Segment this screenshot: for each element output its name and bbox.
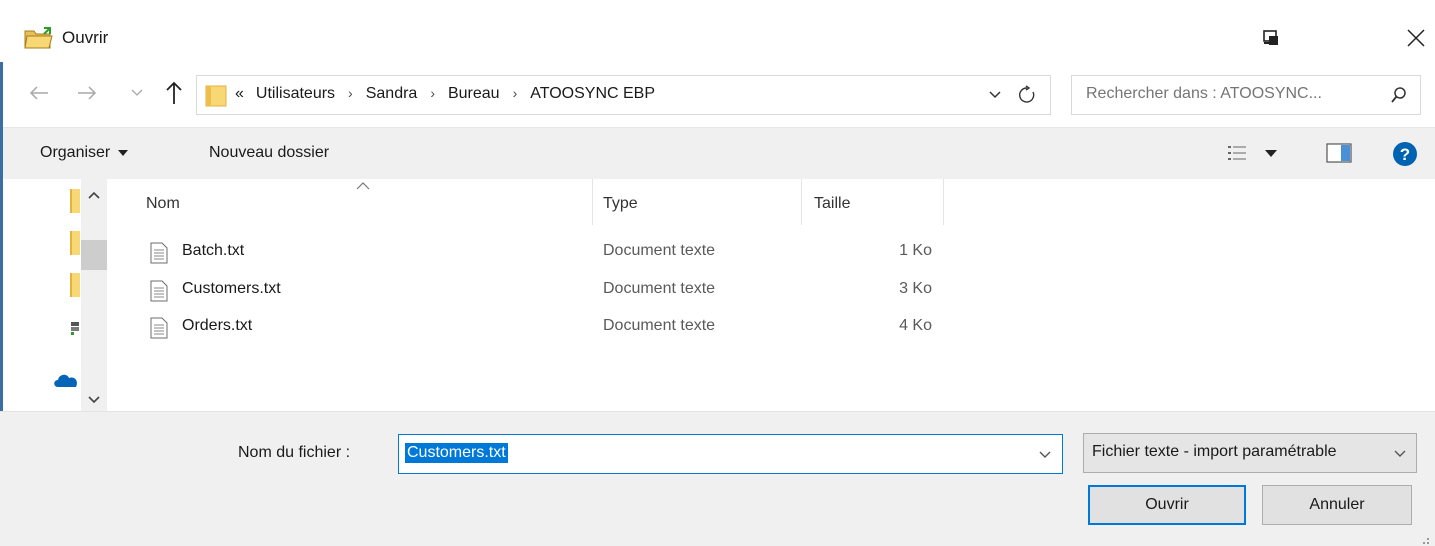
- file-name: Customers.txt: [182, 280, 281, 297]
- caret-down-icon: [118, 150, 129, 156]
- file-list: Nom Type Taille Batch.txt Document texte…: [108, 179, 1435, 411]
- recent-locations-button[interactable]: [130, 86, 144, 100]
- cancel-button[interactable]: Annuler: [1262, 485, 1412, 525]
- breadcrumb-item[interactable]: Bureau: [448, 85, 500, 103]
- text-file-icon: [150, 242, 168, 264]
- file-type: Document texte: [603, 317, 716, 334]
- dialog-footer: Nom du fichier : Customers.txt Fichier t…: [0, 411, 1435, 546]
- folder-icon: [205, 84, 227, 108]
- scroll-down-button[interactable]: [81, 392, 107, 408]
- caret-down-icon: [1265, 149, 1277, 157]
- close-icon: [1407, 29, 1425, 47]
- details-view-icon: [1228, 146, 1246, 160]
- filename-label: Nom du fichier :: [238, 444, 351, 461]
- search-input[interactable]: [1086, 85, 1386, 103]
- address-dropdown-button[interactable]: [987, 87, 1003, 103]
- file-type: Document texte: [603, 242, 716, 259]
- open-button[interactable]: Ouvrir: [1088, 485, 1246, 525]
- file-type: Document texte: [603, 280, 716, 297]
- help-icon: ?: [1393, 142, 1417, 166]
- address-bar[interactable]: « Utilisateurs › Sandra › Bureau › ATOOS…: [196, 75, 1051, 115]
- window-edge: [0, 62, 3, 412]
- column-header-name[interactable]: Nom: [108, 179, 593, 225]
- filetype-value: Fichier texte - import paramétrable: [1092, 443, 1337, 460]
- onedrive-icon[interactable]: [52, 371, 80, 389]
- up-button[interactable]: [163, 80, 185, 106]
- close-button[interactable]: [1398, 20, 1434, 56]
- back-button[interactable]: [28, 82, 50, 104]
- breadcrumb: « Utilisateurs › Sandra › Bureau › ATOOS…: [235, 85, 655, 103]
- view-options-button[interactable]: [1227, 140, 1291, 166]
- drive-icon[interactable]: [70, 319, 80, 337]
- arrow-left-icon: [29, 86, 48, 100]
- preview-pane-icon: [1326, 143, 1352, 163]
- svg-text:?: ?: [1400, 145, 1410, 164]
- file-row[interactable]: Batch.txt Document texte 1 Ko: [108, 237, 1008, 273]
- open-folder-icon: [24, 27, 54, 49]
- chevron-down-icon: [1394, 450, 1406, 457]
- file-name: Orders.txt: [182, 317, 253, 334]
- folder-icon[interactable]: [70, 231, 80, 255]
- search-box[interactable]: [1071, 75, 1421, 115]
- file-size: 4 Ko: [899, 317, 932, 334]
- scroll-thumb[interactable]: [81, 240, 107, 270]
- chevron-down-icon: [88, 396, 100, 404]
- column-header-type[interactable]: Type: [593, 179, 802, 225]
- title-bar: Ouvrir: [0, 0, 1435, 68]
- filename-combobox[interactable]: Customers.txt: [398, 434, 1063, 474]
- organise-button[interactable]: Organiser: [40, 144, 129, 162]
- command-bar: Organiser Nouveau dossier ?: [0, 127, 1435, 179]
- text-file-icon: [150, 280, 168, 302]
- scroll-up-button[interactable]: [81, 187, 107, 203]
- file-row[interactable]: Customers.txt Document texte 3 Ko: [108, 275, 1008, 311]
- folder-icon[interactable]: [70, 273, 80, 297]
- filename-dropdown-button[interactable]: [1037, 448, 1053, 462]
- breadcrumb-item[interactable]: ATOOSYNC EBP: [530, 85, 655, 103]
- snap-layout-icon[interactable]: [1262, 30, 1280, 46]
- file-name: Batch.txt: [182, 242, 245, 259]
- search-icon[interactable]: [1390, 86, 1408, 104]
- file-size: 3 Ko: [899, 280, 932, 297]
- chevron-up-icon: [88, 191, 100, 199]
- folder-icon[interactable]: [70, 189, 80, 213]
- breadcrumb-item[interactable]: Sandra: [366, 85, 418, 103]
- forward-button[interactable]: [76, 82, 98, 104]
- preview-pane-button[interactable]: [1326, 142, 1352, 164]
- organise-label: Organiser: [40, 144, 111, 161]
- breadcrumb-overflow[interactable]: «: [235, 85, 244, 103]
- file-row[interactable]: Orders.txt Document texte 4 Ko: [108, 312, 1008, 348]
- chevron-down-icon: [131, 89, 143, 96]
- refresh-button[interactable]: [1017, 85, 1037, 105]
- help-button[interactable]: ?: [1392, 141, 1418, 167]
- filetype-dropdown-button[interactable]: [1392, 447, 1408, 461]
- new-folder-button[interactable]: Nouveau dossier: [209, 144, 329, 162]
- column-header-size[interactable]: Taille: [802, 179, 944, 225]
- filetype-select[interactable]: Fichier texte - import paramétrable: [1083, 433, 1417, 473]
- text-file-icon: [150, 317, 168, 339]
- window-title: Ouvrir: [62, 28, 109, 47]
- filename-input[interactable]: Customers.txt: [405, 443, 508, 463]
- breadcrumb-separator[interactable]: ›: [430, 85, 435, 103]
- resize-grip-icon[interactable]: [1418, 534, 1430, 544]
- nav-scrollbar[interactable]: [81, 179, 107, 411]
- breadcrumb-item[interactable]: Utilisateurs: [256, 85, 335, 103]
- breadcrumb-separator[interactable]: ›: [513, 85, 518, 103]
- chevron-down-icon: [989, 91, 1001, 99]
- chevron-down-icon: [1039, 451, 1051, 458]
- breadcrumb-separator[interactable]: ›: [348, 85, 353, 103]
- refresh-icon: [1019, 85, 1035, 103]
- file-size: 1 Ko: [899, 242, 932, 259]
- arrow-up-icon: [166, 81, 182, 104]
- arrow-right-icon: [78, 86, 97, 100]
